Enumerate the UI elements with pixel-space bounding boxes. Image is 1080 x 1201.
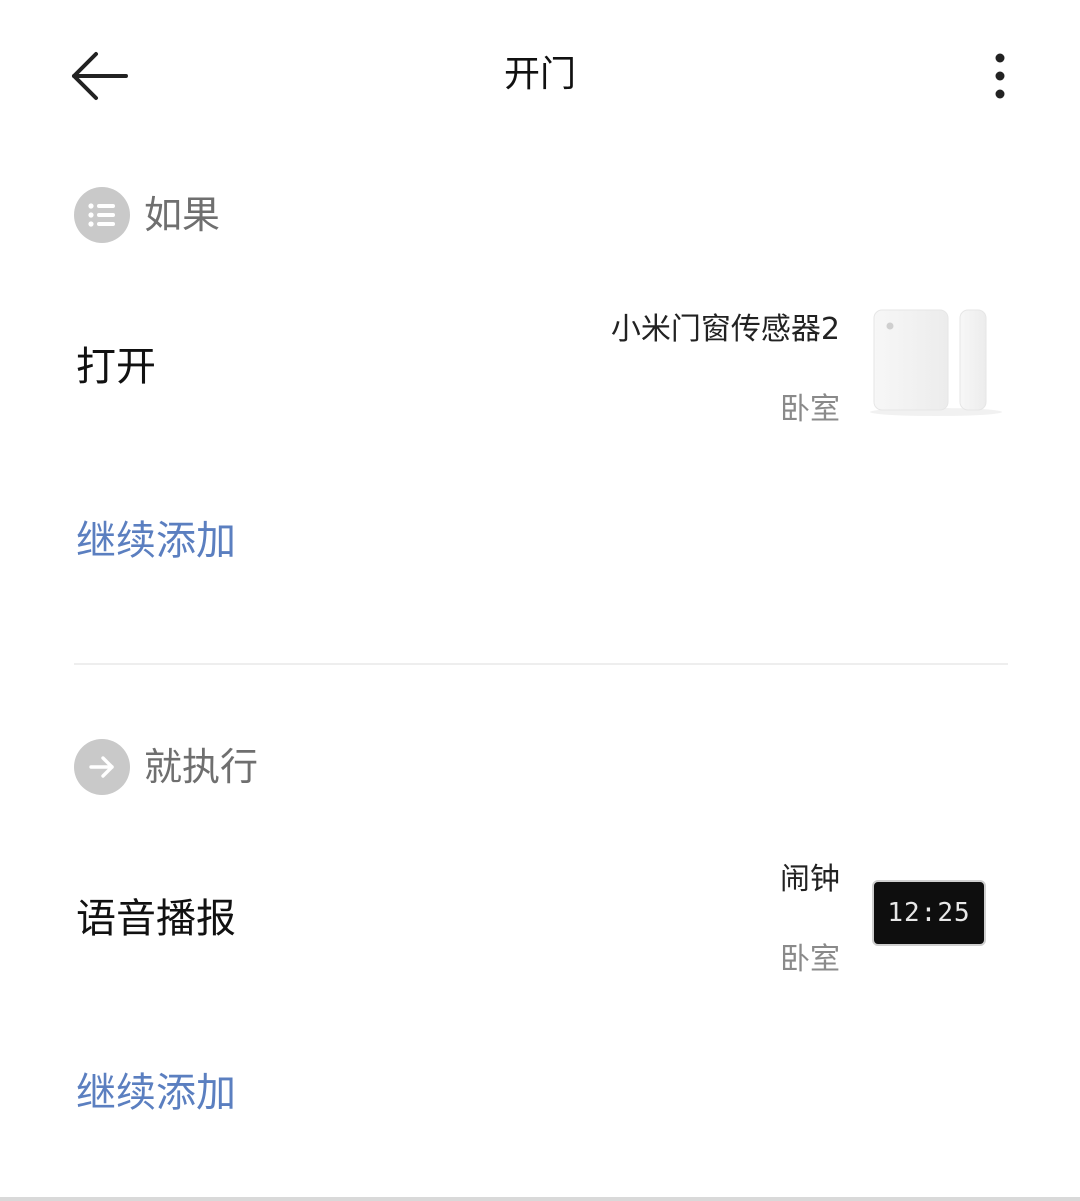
page-title: 开门 (503, 54, 576, 95)
then-add-more-link[interactable]: 继续添加 (76, 1060, 236, 1118)
action-title: 语音播报 (76, 896, 236, 942)
condition-title: 打开 (76, 344, 156, 390)
back-button[interactable] (66, 46, 136, 106)
if-section-header: 如果 (74, 187, 220, 243)
action-device-room: 卧室 (780, 942, 840, 977)
if-add-more-link[interactable]: 继续添加 (76, 508, 236, 566)
if-section-label: 如果 (144, 193, 221, 237)
more-options-button[interactable] (978, 46, 1022, 106)
arrow-left-icon (72, 52, 128, 100)
clock-display: 12:25 (887, 898, 971, 928)
action-row[interactable]: 语音播报 闹钟 卧室 12:25 (0, 840, 1080, 980)
more-vertical-icon (995, 53, 1005, 99)
condition-device-name: 小米门窗传感器2 (610, 312, 840, 347)
condition-device-room: 卧室 (780, 392, 840, 427)
alarm-clock-image: 12:25 (872, 880, 986, 946)
top-bar: 开门 (0, 0, 1080, 150)
arrow-right-icon (74, 739, 130, 795)
action-device-name: 闹钟 (780, 862, 840, 897)
then-section-label: 就执行 (144, 745, 259, 789)
list-icon (74, 187, 130, 243)
then-section-header: 就执行 (74, 739, 258, 795)
door-sensor-image (866, 306, 1006, 418)
section-divider (74, 663, 1008, 665)
condition-row[interactable]: 打开 小米门窗传感器2 卧室 (0, 290, 1080, 430)
bottom-edge (0, 1197, 1080, 1201)
